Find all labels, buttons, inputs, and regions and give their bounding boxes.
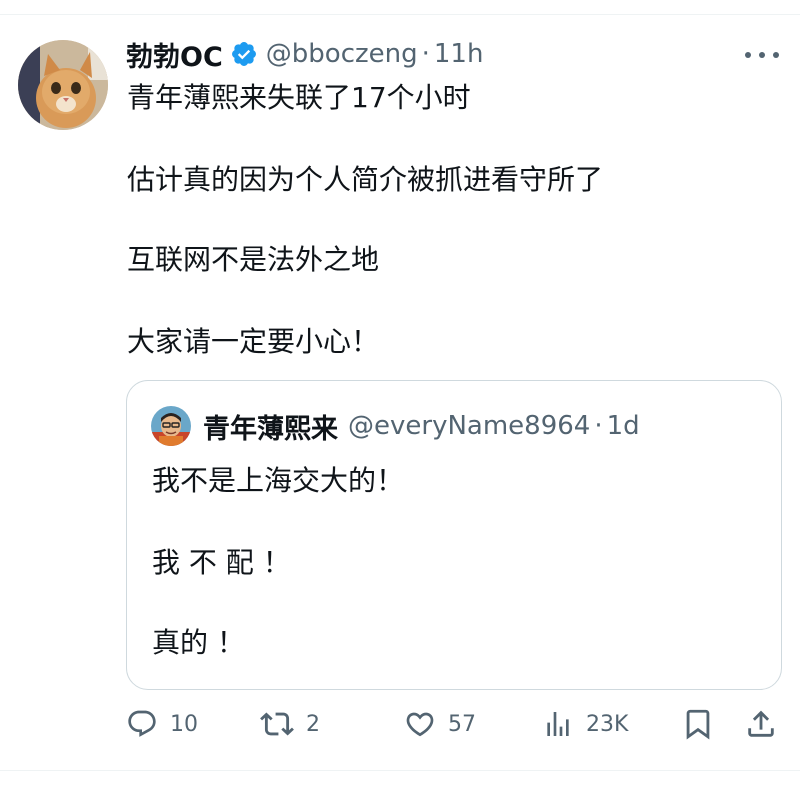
post-text-line: 大家请一定要小心！ bbox=[127, 325, 380, 358]
author-name[interactable]: 勃勃OC bbox=[126, 35, 223, 74]
quoted-text-line: 真的 ！ bbox=[152, 626, 245, 659]
quoted-post-time: 1d bbox=[606, 411, 640, 441]
post-text-line: 互联网不是法外之地 bbox=[127, 243, 380, 276]
like-button[interactable]: 57 bbox=[404, 700, 476, 748]
author-avatar[interactable] bbox=[18, 40, 108, 130]
author-handle[interactable]: @bboczeng bbox=[266, 39, 418, 69]
quoted-post-header: 青年薄熙来 @everyName8964 · 1d bbox=[203, 407, 640, 445]
top-divider bbox=[0, 14, 800, 15]
share-icon bbox=[748, 710, 774, 737]
like-count: 57 bbox=[448, 711, 476, 737]
quoted-post-card[interactable]: 青年薄熙来 @everyName8964 · 1d 我不是上海交大的！ 我 不 … bbox=[126, 380, 782, 690]
bookmark-button[interactable] bbox=[681, 700, 715, 748]
repost-icon bbox=[260, 712, 294, 736]
repost-button[interactable]: 2 bbox=[260, 700, 320, 748]
reply-icon bbox=[128, 710, 156, 737]
bottom-divider bbox=[0, 770, 800, 771]
action-bar: 10 2 57 23K bbox=[0, 700, 800, 748]
reply-button[interactable]: 10 bbox=[126, 700, 198, 748]
post-header: 勃勃OC @bboczeng · 11h bbox=[126, 34, 483, 74]
post-time[interactable]: 11h bbox=[434, 39, 484, 69]
views-button[interactable]: 23K bbox=[542, 700, 628, 748]
like-icon bbox=[406, 712, 434, 737]
repost-count: 2 bbox=[306, 711, 320, 737]
share-button[interactable] bbox=[744, 700, 778, 748]
quoted-author-name: 青年薄熙来 bbox=[203, 413, 338, 445]
quoted-text-line: 我 不 配 ！ bbox=[152, 546, 291, 579]
quoted-text-line: 我不是上海交大的！ bbox=[152, 464, 405, 497]
post-text-line: 估计真的因为个人简介被抓进看守所了 bbox=[127, 163, 604, 196]
post-text-line: 青年薄熙来失联了17个小时 bbox=[127, 81, 471, 114]
separator-dot: · bbox=[421, 39, 430, 69]
view-count: 23K bbox=[586, 711, 629, 737]
verified-badge-icon bbox=[231, 42, 256, 66]
bookmark-icon bbox=[686, 709, 710, 740]
quoted-author-avatar bbox=[151, 406, 191, 446]
views-icon bbox=[547, 712, 569, 736]
reply-count: 10 bbox=[170, 711, 198, 737]
quoted-author-handle: @everyName8964 bbox=[348, 411, 591, 441]
more-options-icon[interactable] bbox=[745, 50, 779, 60]
quoted-separator-dot: · bbox=[594, 411, 603, 441]
